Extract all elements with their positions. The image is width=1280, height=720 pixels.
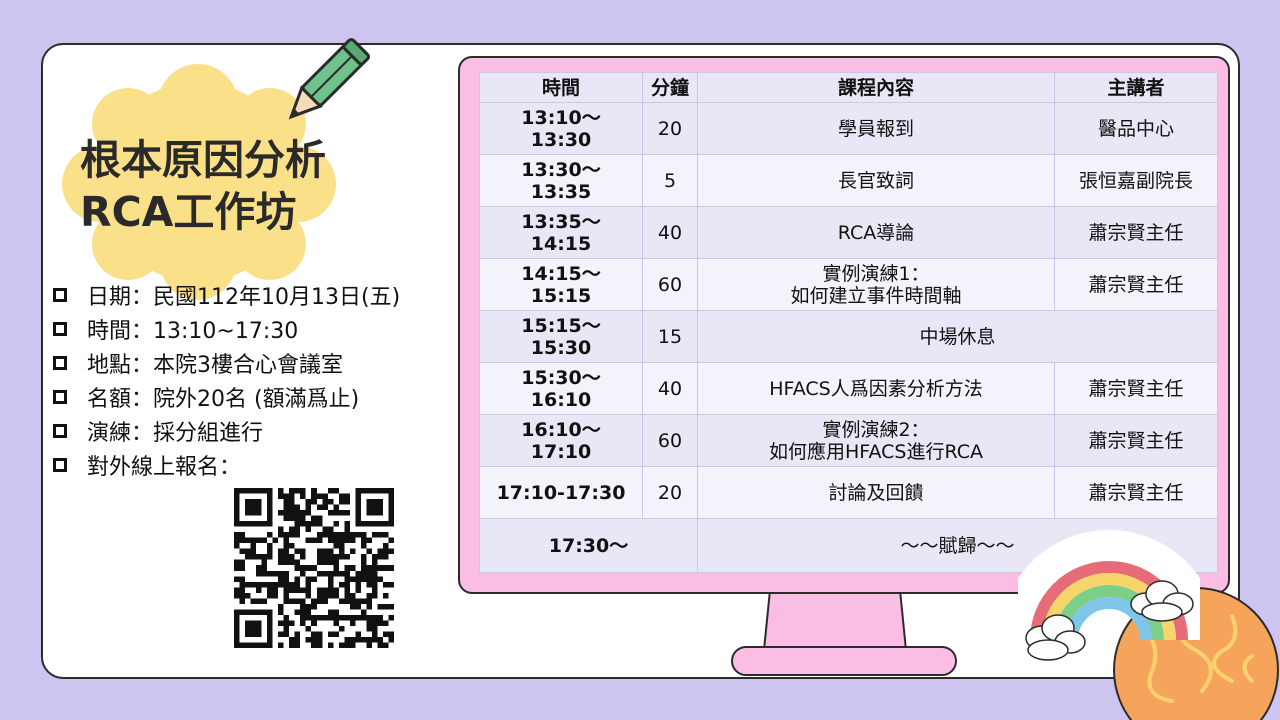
- cell-content: HFACS人爲因素分析方法: [697, 362, 1055, 415]
- table-row: 17:10-17:30 20 討論及回饋 蕭宗賢主任: [479, 466, 1218, 519]
- monitor-base: [731, 646, 957, 676]
- cell-minutes: 60: [642, 414, 698, 467]
- cell-time: 13:35～ 14:15: [479, 206, 643, 259]
- cell-time: 13:10～ 13:30: [479, 102, 643, 155]
- header-time: 時間: [479, 72, 643, 103]
- cell-minutes: 15: [642, 310, 698, 363]
- cell-minutes: 20: [642, 102, 698, 155]
- table-row: 16:10～ 17:10 60 實例演練2： 如何應用HFACS進行RCA 蕭宗…: [479, 414, 1218, 467]
- cell-time: 17:10-17:30: [479, 466, 643, 519]
- cell-content: 學員報到: [697, 102, 1055, 155]
- cell-time: 15:30～ 16:10: [479, 362, 643, 415]
- cell-time: 13:30～ 13:35: [479, 154, 643, 207]
- header-minutes: 分鐘: [642, 72, 698, 103]
- info-location: 地點：本院3樓合心會議室: [53, 346, 400, 380]
- page-title: 根本原因分析 RCA工作坊: [80, 134, 326, 238]
- cell-speaker: 蕭宗賢主任: [1054, 206, 1218, 259]
- cell-speaker: 蕭宗賢主任: [1054, 362, 1218, 415]
- checkbox-icon: [53, 424, 67, 438]
- cell-content: 長官致詞: [697, 154, 1055, 207]
- checkbox-icon: [53, 458, 67, 472]
- cell-content: 實例演練2： 如何應用HFACS進行RCA: [697, 414, 1055, 467]
- table-row: 14:15～ 15:15 60 實例演練1： 如何建立事件時間軸 蕭宗賢主任: [479, 258, 1218, 311]
- checkbox-icon: [53, 390, 67, 404]
- cell-time: 14:15～ 15:15: [479, 258, 643, 311]
- schedule-table: 時間 分鐘 課程內容 主講者 13:10～ 13:30 20 學員報到 醫品中心…: [479, 72, 1218, 573]
- cell-speaker: 蕭宗賢主任: [1054, 258, 1218, 311]
- cell-minutes: 40: [642, 362, 698, 415]
- cell-time: 17:30～: [479, 518, 698, 573]
- header-content: 課程內容: [697, 72, 1055, 103]
- checkbox-icon: [53, 288, 67, 302]
- pencil-icon: [288, 38, 370, 120]
- cell-speaker: 蕭宗賢主任: [1054, 414, 1218, 467]
- info-practice: 演練：採分組進行: [53, 414, 400, 448]
- table-row: 13:30～ 13:35 5 長官致詞 張恒嘉副院長: [479, 154, 1218, 207]
- checkbox-icon: [53, 322, 67, 336]
- cell-content: 討論及回饋: [697, 466, 1055, 519]
- cell-speaker: 醫品中心: [1054, 102, 1218, 155]
- table-row: 13:10～ 13:30 20 學員報到 醫品中心: [479, 102, 1218, 155]
- cell-minutes: 60: [642, 258, 698, 311]
- cell-content: 實例演練1： 如何建立事件時間軸: [697, 258, 1055, 311]
- checkbox-icon: [53, 356, 67, 370]
- event-info-list: 日期：民國112年10月13日(五) 時間：13:10~17:30 地點：本院3…: [53, 278, 400, 482]
- cell-speaker: 蕭宗賢主任: [1054, 466, 1218, 519]
- cell-speaker: 張恒嘉副院長: [1054, 154, 1218, 207]
- cell-minutes: 40: [642, 206, 698, 259]
- info-time: 時間：13:10~17:30: [53, 312, 400, 346]
- table-row: 15:30～ 16:10 40 HFACS人爲因素分析方法 蕭宗賢主任: [479, 362, 1218, 415]
- qr-code[interactable]: [234, 488, 394, 648]
- table-row: 13:35～ 14:15 40 RCA導論 蕭宗賢主任: [479, 206, 1218, 259]
- cell-content: 中場休息: [697, 310, 1218, 363]
- header-speaker: 主講者: [1054, 72, 1218, 103]
- title-line-2: RCA工作坊: [80, 188, 297, 236]
- cell-time: 15:15～ 15:30: [479, 310, 643, 363]
- cell-minutes: 5: [642, 154, 698, 207]
- cell-minutes: 20: [642, 466, 698, 519]
- table-row: 15:15～ 15:30 15 中場休息: [479, 310, 1218, 363]
- monitor-stand: [762, 590, 908, 651]
- info-registration: 對外線上報名：: [53, 448, 400, 482]
- info-quota: 名額：院外20名 (額滿爲止): [53, 380, 400, 414]
- cell-time: 16:10～ 17:10: [479, 414, 643, 467]
- rainbow-icon: [1018, 530, 1200, 661]
- info-date: 日期：民國112年10月13日(五): [53, 278, 400, 312]
- cell-content: RCA導論: [697, 206, 1055, 259]
- title-line-1: 根本原因分析: [80, 136, 326, 184]
